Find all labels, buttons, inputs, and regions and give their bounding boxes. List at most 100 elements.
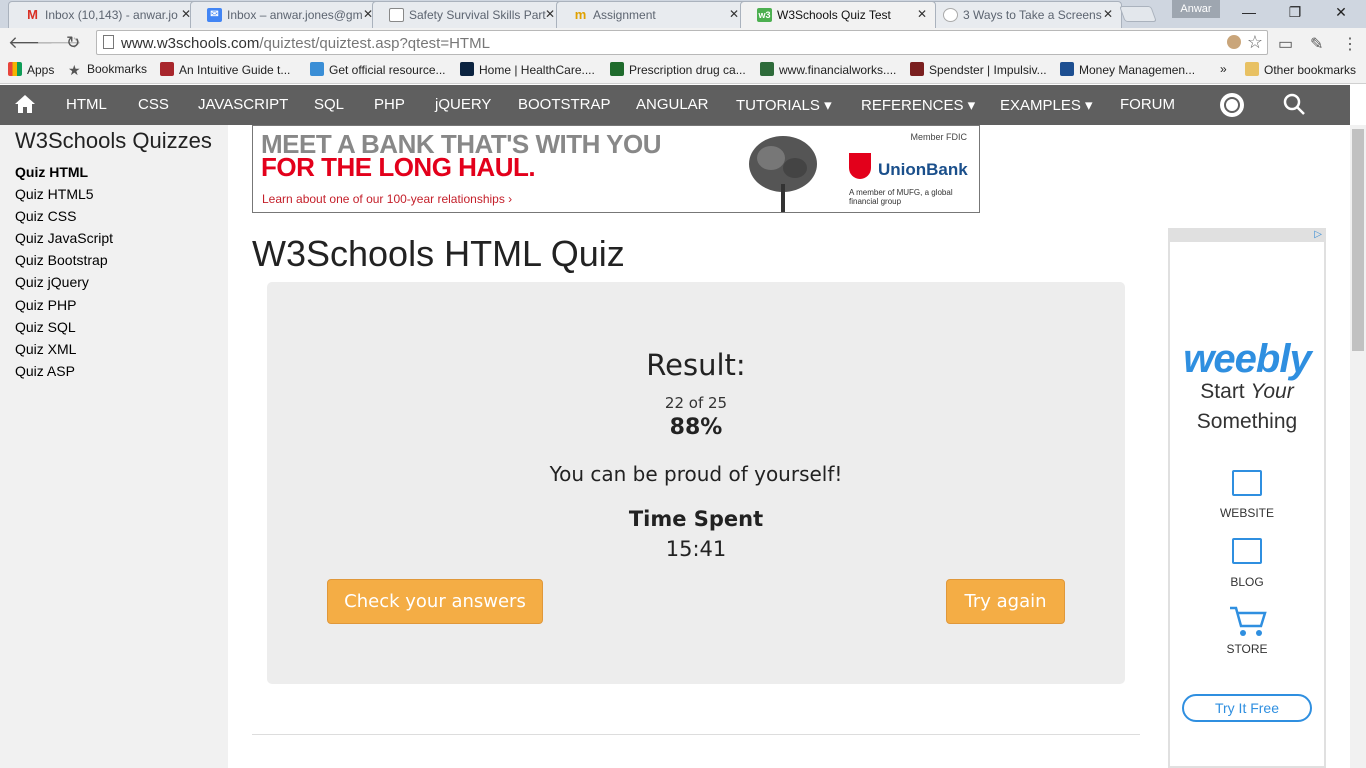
page-info-icon[interactable] <box>103 35 114 49</box>
bookmark-money-management[interactable]: Money Managemen... <box>1060 62 1195 77</box>
result-score: 22 of 25 <box>664 394 728 412</box>
sidebar-item-quiz-javascript[interactable]: Quiz JavaScript <box>15 230 113 246</box>
nav-jquery[interactable]: jQUERY <box>435 96 491 113</box>
tab-inbox-google[interactable]: ✉ Inbox – anwar.jones@gm ✕ <box>190 1 382 28</box>
nav-sql[interactable]: SQL <box>314 96 344 113</box>
tab-label: 3 Ways to Take a Screens <box>963 8 1102 22</box>
url-text[interactable]: www.w3schools.com/quiztest/quiztest.asp?… <box>121 35 490 52</box>
blog-icon <box>1232 538 1262 564</box>
page-loading-icon <box>943 8 958 22</box>
gmail-icon: M <box>27 7 38 22</box>
scrollbar-thumb[interactable] <box>1352 129 1364 351</box>
nav-bootstrap[interactable]: BOOTSTRAP <box>518 96 611 113</box>
unionbank-logo-icon <box>849 153 871 179</box>
bookmark-spendster[interactable]: Spendster | Impulsiv... <box>910 62 1047 77</box>
bookmarks-overflow[interactable]: » <box>1220 62 1227 76</box>
union-bank-ad[interactable]: MEET A BANK THAT'S WITH YOU FOR THE LONG… <box>252 125 980 213</box>
sidebar-item-quiz-php[interactable]: Quiz PHP <box>15 297 76 313</box>
other-bookmarks[interactable]: Other bookmarks <box>1245 62 1356 77</box>
bookmark-label: Prescription drug ca... <box>629 63 746 77</box>
cookie-icon[interactable] <box>1227 35 1241 49</box>
inbox-icon: ✉ <box>207 8 222 22</box>
try-it-free-button[interactable]: Try It Free <box>1182 694 1312 722</box>
w3-top-nav: HTML CSS JAVASCRIPT SQL PHP jQUERY BOOTS… <box>0 85 1350 125</box>
tab-gmail-inbox[interactable]: M Inbox (10,143) - anwar.jo ✕ <box>8 1 200 28</box>
tab-strip: M Inbox (10,143) - anwar.jo ✕ ✉ Inbox – … <box>0 0 1366 28</box>
time-spent-value: 15:41 <box>665 537 727 561</box>
bookmark-bookmarks[interactable]: ★ Bookmarks <box>68 62 147 78</box>
bookmark-star-icon[interactable]: ☆ <box>1247 32 1263 53</box>
url-path: /quiztest/quiztest.asp?qtest=HTML <box>259 35 490 52</box>
bookmark-apps[interactable]: Apps <box>8 62 54 77</box>
tab-label: Inbox (10,143) - anwar.jo <box>45 8 178 22</box>
result-message: You can be proud of yourself! <box>549 462 843 486</box>
sidebar-item-quiz-jquery[interactable]: Quiz jQuery <box>15 274 89 290</box>
eyedropper-icon[interactable]: ✎ <box>1310 34 1323 54</box>
ad-mufg: A member of MUFG, a global financial gro… <box>849 188 953 206</box>
prescription-icon <box>610 62 624 76</box>
nav-css[interactable]: CSS <box>138 96 169 113</box>
close-icon[interactable]: ✕ <box>1103 7 1113 21</box>
bookmark-label: www.financialworks.... <box>779 63 897 77</box>
sidebar-item-quiz-css[interactable]: Quiz CSS <box>15 208 76 224</box>
sidebar-item-quiz-html[interactable]: Quiz HTML <box>15 164 88 180</box>
nav-angular[interactable]: ANGULAR <box>636 96 709 113</box>
tab-safety-survival[interactable]: Safety Survival Skills Part ✕ <box>372 1 564 28</box>
sidebar-item-quiz-xml[interactable]: Quiz XML <box>15 341 76 357</box>
bookmarks-bar: Apps ★ Bookmarks An Intuitive Guide t... … <box>0 58 1366 84</box>
home-icon[interactable] <box>14 94 36 114</box>
star-icon: ★ <box>68 62 81 78</box>
check-answers-button[interactable]: Check your answers <box>327 579 543 624</box>
ad-tagline-2: Something <box>1196 410 1298 433</box>
adchoices-icon[interactable]: ▷ <box>1314 229 1322 240</box>
menu-icon[interactable]: ⋮ <box>1342 34 1358 54</box>
bookmark-intuitive-guide[interactable]: An Intuitive Guide t... <box>160 62 290 77</box>
globe-icon[interactable] <box>1220 93 1244 117</box>
website-icon <box>1232 470 1262 496</box>
try-again-button[interactable]: Try again <box>946 579 1065 624</box>
nav-references[interactable]: REFERENCES ▾ <box>861 96 975 114</box>
sidebar-title: W3Schools Quizzes <box>15 128 212 153</box>
close-icon[interactable]: ✕ <box>545 7 555 21</box>
document-icon <box>389 8 404 22</box>
sidebar-item-quiz-asp[interactable]: Quiz ASP <box>15 363 75 379</box>
tab-label: Inbox – anwar.jones@gm <box>227 8 363 22</box>
bookmark-label: Spendster | Impulsiv... <box>929 63 1047 77</box>
folder-icon <box>1245 62 1259 76</box>
tab-w3schools-quiz[interactable]: w3 W3Schools Quiz Test ✕ <box>740 1 936 28</box>
nav-examples[interactable]: EXAMPLES ▾ <box>1000 96 1093 114</box>
bookmark-official-resource[interactable]: Get official resource... <box>310 62 446 77</box>
window-close-icon[interactable]: ✕ <box>1318 4 1364 21</box>
page-scrollbar[interactable] <box>1350 125 1366 768</box>
profile-button[interactable]: Anwar <box>1172 0 1220 18</box>
close-icon[interactable]: ✕ <box>729 7 739 21</box>
sidebar-item-quiz-sql[interactable]: Quiz SQL <box>15 319 76 335</box>
weebly-ad[interactable]: ▷ weebly Start Your Something WEBSITE BL… <box>1168 228 1326 768</box>
close-icon[interactable]: ✕ <box>917 7 927 21</box>
search-icon[interactable] <box>1283 93 1305 115</box>
nav-tutorials[interactable]: TUTORIALS ▾ <box>736 96 832 114</box>
cast-icon[interactable]: ▭ <box>1278 34 1293 54</box>
ad-link[interactable]: Learn about one of our 100-year relation… <box>262 192 512 206</box>
nav-forum[interactable]: FORUM <box>1120 96 1175 113</box>
bookmark-healthcare[interactable]: Home | HealthCare.... <box>460 62 595 77</box>
sidebar-item-quiz-bootstrap[interactable]: Quiz Bootstrap <box>15 252 108 268</box>
restore-icon[interactable]: ❐ <box>1272 4 1318 21</box>
tab-label: W3Schools Quiz Test <box>777 8 891 22</box>
quiz-sidebar: W3Schools Quizzes Quiz HTML Quiz HTML5 Q… <box>0 125 228 768</box>
spendster-icon <box>910 62 924 76</box>
bookmark-label: Money Managemen... <box>1079 63 1196 77</box>
tab-screenshot-ways[interactable]: 3 Ways to Take a Screens ✕ <box>926 1 1122 28</box>
nav-javascript[interactable]: JAVASCRIPT <box>198 96 288 113</box>
address-bar[interactable]: www.w3schools.com/quiztest/quiztest.asp?… <box>96 30 1268 55</box>
new-tab-button[interactable] <box>1119 6 1157 22</box>
cart-icon <box>1230 606 1267 636</box>
nav-html[interactable]: HTML <box>66 96 107 113</box>
minimize-icon[interactable]: — <box>1226 4 1272 20</box>
nav-php[interactable]: PHP <box>374 96 405 113</box>
reload-icon[interactable]: ↻ <box>66 33 80 53</box>
sidebar-item-quiz-html5[interactable]: Quiz HTML5 <box>15 186 94 202</box>
tab-assignment[interactable]: m Assignment ✕ <box>556 1 748 28</box>
bookmark-financialworks[interactable]: www.financialworks.... <box>760 62 896 77</box>
bookmark-prescription[interactable]: Prescription drug ca... <box>610 62 746 77</box>
